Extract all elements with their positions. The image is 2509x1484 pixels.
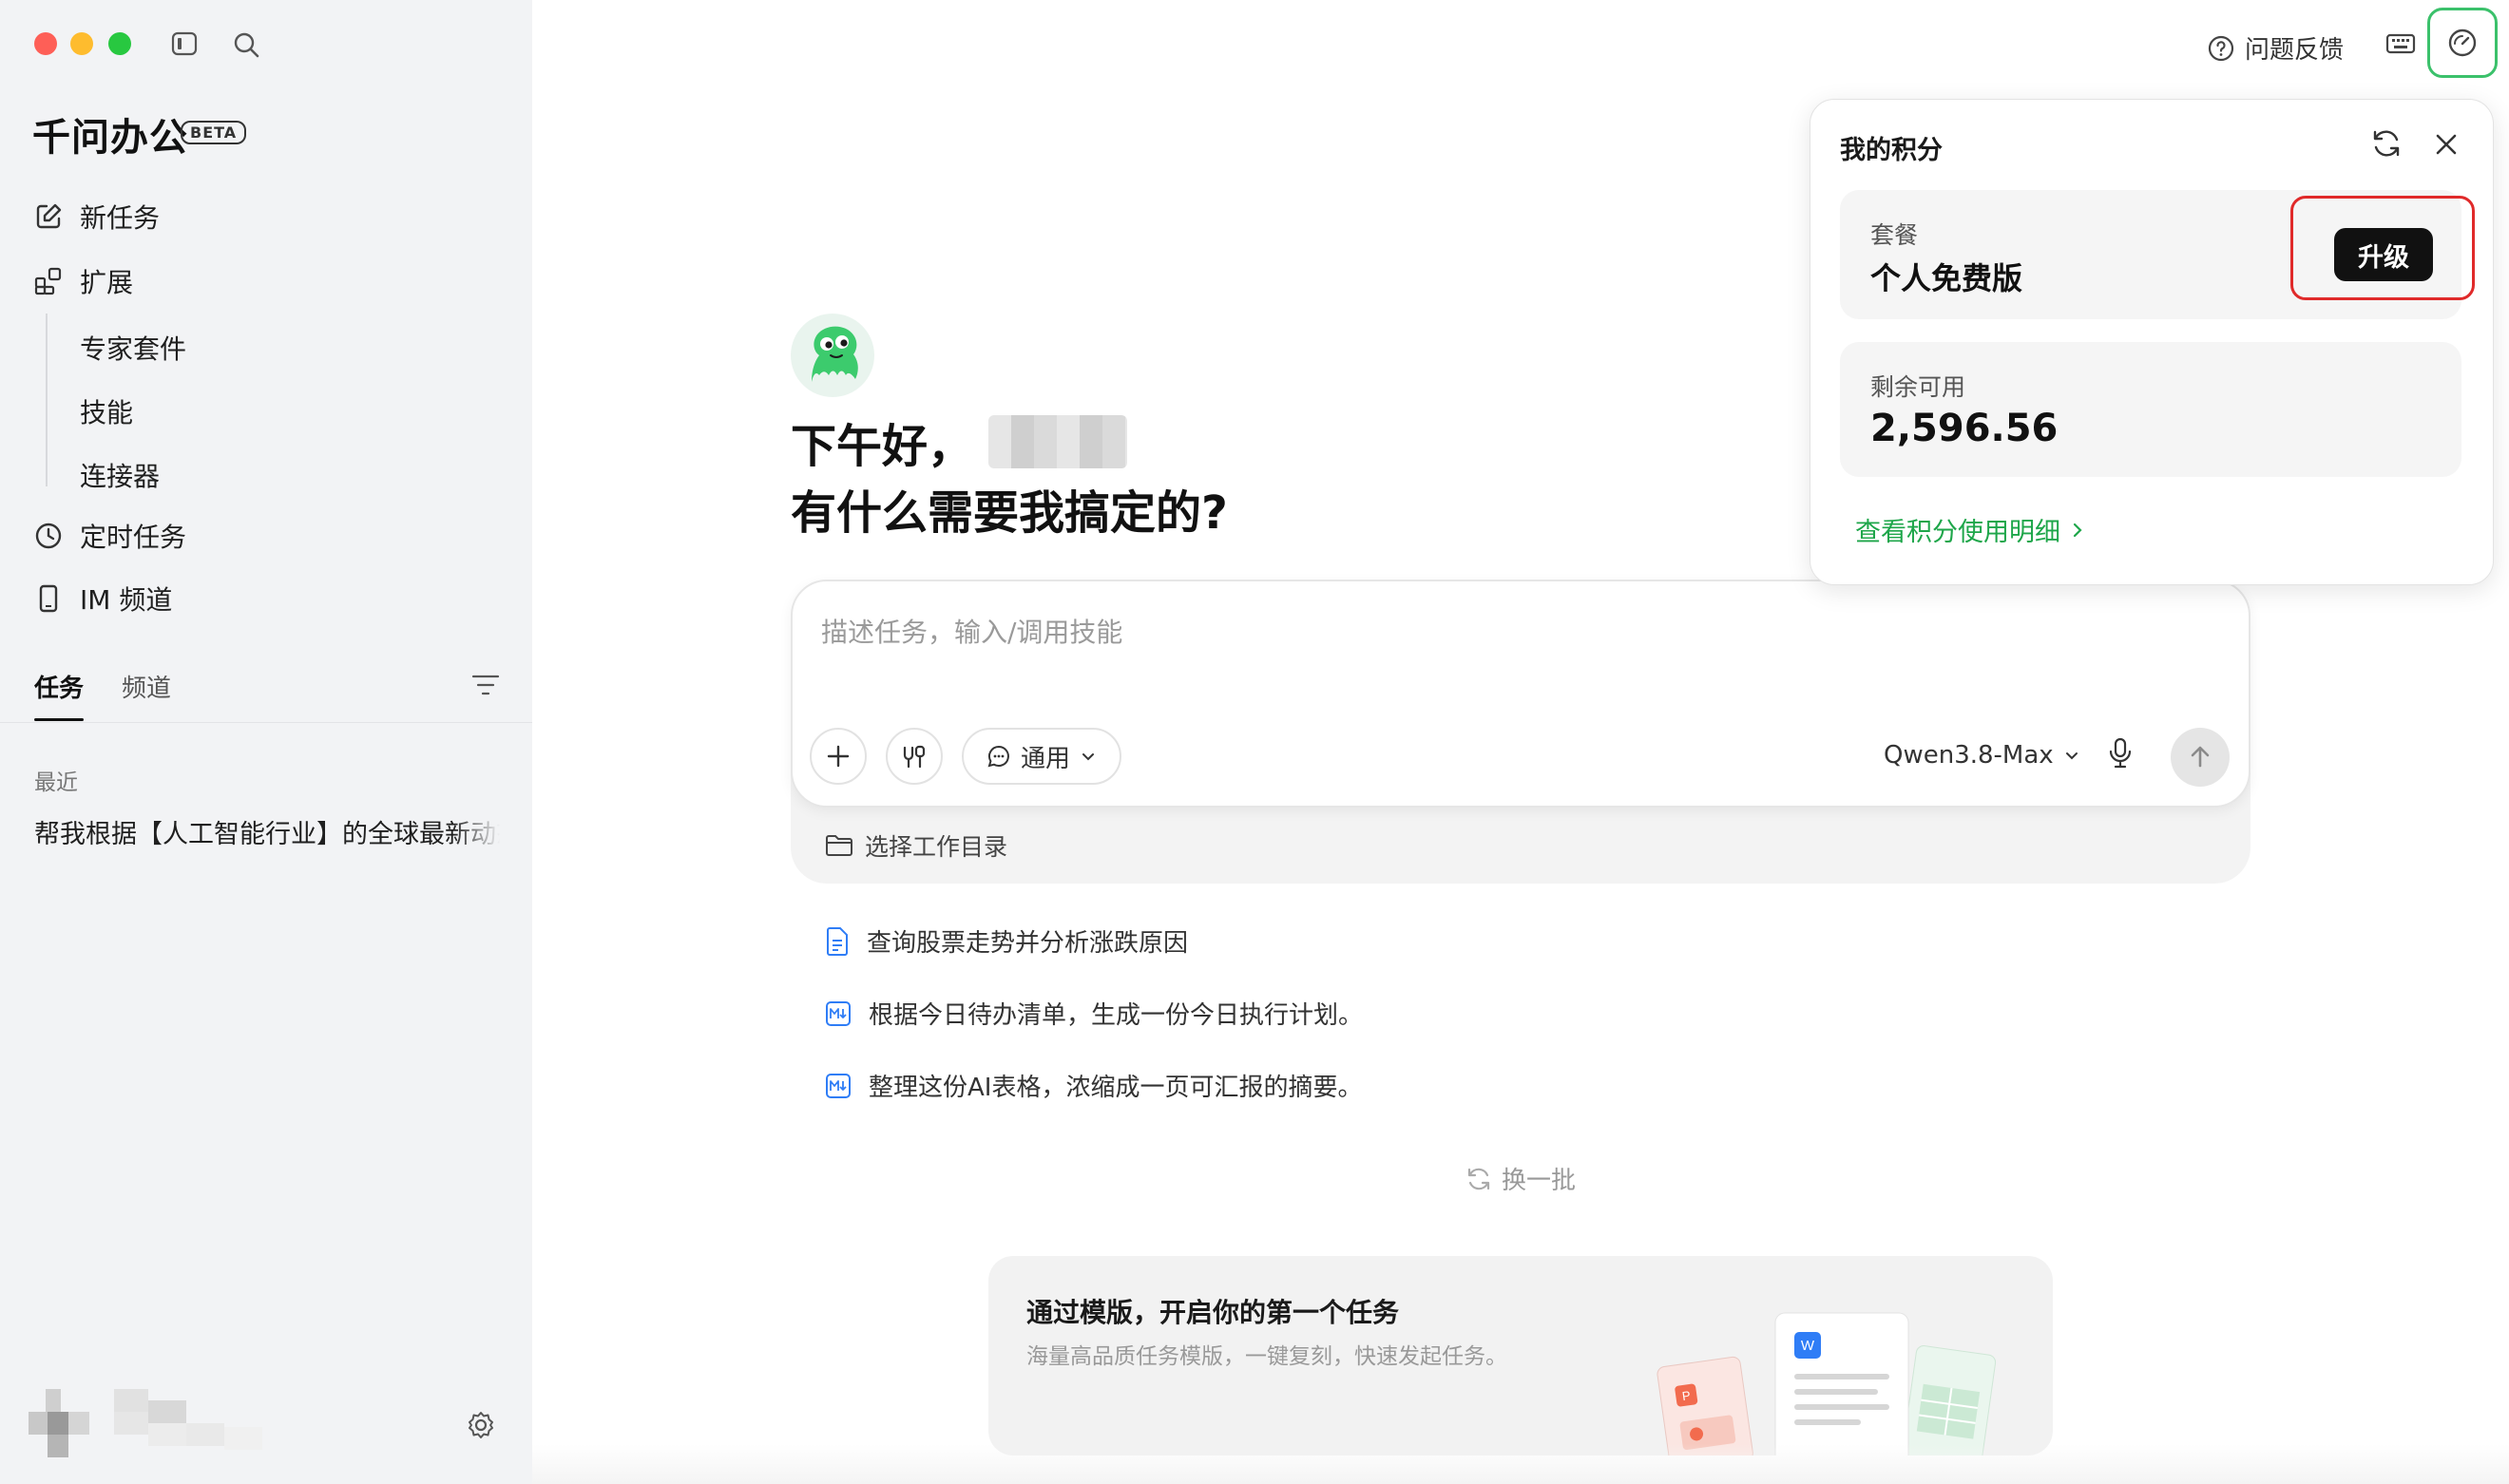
nav-scheduled[interactable]: 定时任务 — [34, 517, 186, 555]
nav-extensions-label: 扩展 — [80, 267, 134, 298]
tab-channels[interactable]: 频道 — [122, 669, 171, 704]
refresh-icon[interactable] — [2370, 127, 2403, 160]
mode-label: 通用 — [1021, 744, 1071, 773]
remaining-value: 2,596.56 — [1870, 407, 2059, 450]
workdir-label: 选择工作目录 — [865, 833, 1008, 861]
recent-label: 最近 — [34, 771, 78, 795]
send-button[interactable] — [2171, 728, 2230, 787]
nav-expert-kit[interactable]: 专家套件 — [80, 329, 186, 367]
clock-icon — [34, 522, 63, 550]
folder-icon — [825, 833, 853, 858]
tabs-divider — [0, 722, 532, 723]
edit-icon — [34, 202, 63, 231]
suggestion-item[interactable]: 根据今日待办清单，生成一份今日执行计划。 — [825, 996, 1363, 1031]
nav-new-task[interactable]: 新任务 — [34, 198, 160, 236]
refresh-suggestions-button[interactable]: 换一批 — [1465, 1161, 1576, 1196]
sidebar-tabs: 任务 频道 — [34, 669, 171, 721]
nav-new-task-label: 新任务 — [80, 202, 161, 234]
extensions-icon — [34, 267, 63, 295]
suggestion-text: 整理这份AI表格，浓缩成一页可汇报的摘要。 — [869, 1074, 1363, 1102]
keyboard-icon[interactable] — [2385, 29, 2416, 59]
avatar[interactable] — [29, 1389, 276, 1457]
skills-button[interactable] — [886, 728, 943, 785]
sidebar-toggle-icon[interactable] — [171, 30, 198, 57]
window-close-button[interactable] — [34, 32, 57, 55]
search-icon[interactable] — [232, 30, 260, 59]
points-gauge-button[interactable] — [2427, 8, 2498, 78]
nav-scheduled-label: 定时任务 — [80, 522, 187, 553]
popup-title: 我的积分 — [1840, 136, 1943, 165]
chevron-down-icon — [2063, 747, 2080, 764]
user-name-redacted — [988, 415, 1128, 468]
markdown-icon — [825, 1073, 852, 1099]
recent-task-item[interactable]: 帮我根据【人工智能行业】的全球最新动态 — [34, 813, 500, 850]
close-icon[interactable] — [2433, 131, 2460, 158]
suggestion-text: 查询股票走势并分析涨跌原因 — [867, 929, 1189, 958]
gauge-icon — [2446, 27, 2479, 59]
feedback-button[interactable]: 问题反馈 — [2207, 30, 2344, 66]
nav-skills[interactable]: 技能 — [80, 392, 133, 430]
settings-gear-icon[interactable] — [466, 1410, 496, 1440]
chevron-right-icon — [2070, 521, 2085, 540]
microphone-icon[interactable] — [2106, 737, 2135, 770]
suggestion-text: 根据今日待办清单，生成一份今日执行计划。 — [869, 1001, 1364, 1030]
tools-icon — [900, 742, 929, 771]
upgrade-button[interactable]: 升级 — [2334, 228, 2433, 281]
refresh-icon — [1465, 1166, 1492, 1192]
arrow-up-icon — [2188, 745, 2212, 770]
document-icon — [825, 926, 850, 956]
suggestion-item[interactable]: 整理这份AI表格，浓缩成一页可汇报的摘要。 — [825, 1068, 1362, 1103]
add-attachment-button[interactable] — [810, 728, 867, 785]
bottom-fade — [532, 1444, 2509, 1484]
filter-icon[interactable] — [471, 673, 500, 697]
template-title: 通过模版，开启你的第一个任务 — [1026, 1297, 1400, 1328]
model-select[interactable]: Qwen3.8-Max — [1884, 741, 2080, 770]
feedback-label: 问题反馈 — [2245, 36, 2345, 65]
remaining-label: 剩余可用 — [1870, 373, 1966, 401]
window-minimize-button[interactable] — [70, 32, 93, 55]
phone-icon — [34, 584, 63, 613]
tab-tasks[interactable]: 任务 — [34, 669, 85, 721]
points-detail-label: 查看积分使用明细 — [1855, 518, 2060, 547]
nav-extensions[interactable]: 扩展 — [34, 262, 133, 300]
help-circle-icon — [2207, 34, 2235, 63]
model-label: Qwen3.8-Max — [1884, 741, 2054, 770]
points-detail-link[interactable]: 查看积分使用明细 — [1855, 511, 2085, 548]
task-input-placeholder[interactable]: 描述任务，输入/调用技能 — [821, 612, 1122, 650]
refresh-label: 换一批 — [1502, 1167, 1577, 1195]
nav-im-channel-label: IM 频道 — [80, 584, 173, 616]
nav-im-channel[interactable]: IM 频道 — [34, 580, 172, 618]
nav-connectors[interactable]: 连接器 — [80, 456, 160, 494]
chat-bubble-icon — [986, 744, 1011, 769]
plus-icon — [825, 743, 852, 770]
chevron-down-icon — [1080, 748, 1097, 765]
suggestion-item[interactable]: 查询股票走势并分析涨跌原因 — [825, 923, 1188, 959]
template-description: 海量高品质任务模版，一键复刻，快速发起任务。 — [1026, 1344, 1507, 1369]
assistant-mascot-icon — [791, 314, 874, 397]
word-letter: W — [1801, 1338, 1815, 1354]
greeting-question: 有什么需要我搞定的? — [791, 486, 1228, 540]
greeting-text: 下午好， — [791, 420, 974, 473]
window-zoom-button[interactable] — [108, 32, 131, 55]
markdown-icon — [825, 1000, 852, 1027]
plan-value: 个人免费版 — [1870, 260, 2023, 296]
beta-badge: BETA — [181, 121, 247, 144]
template-illustration: P W — [1657, 1312, 1997, 1455]
select-workdir-button[interactable]: 选择工作目录 — [825, 828, 1007, 863]
plan-label: 套餐 — [1870, 221, 1919, 249]
mode-select-button[interactable]: 通用 — [962, 728, 1122, 785]
submenu-guide-line — [46, 314, 48, 486]
greeting-line: 下午好， — [791, 409, 1128, 475]
app-brand: 千问办公 — [32, 116, 188, 160]
